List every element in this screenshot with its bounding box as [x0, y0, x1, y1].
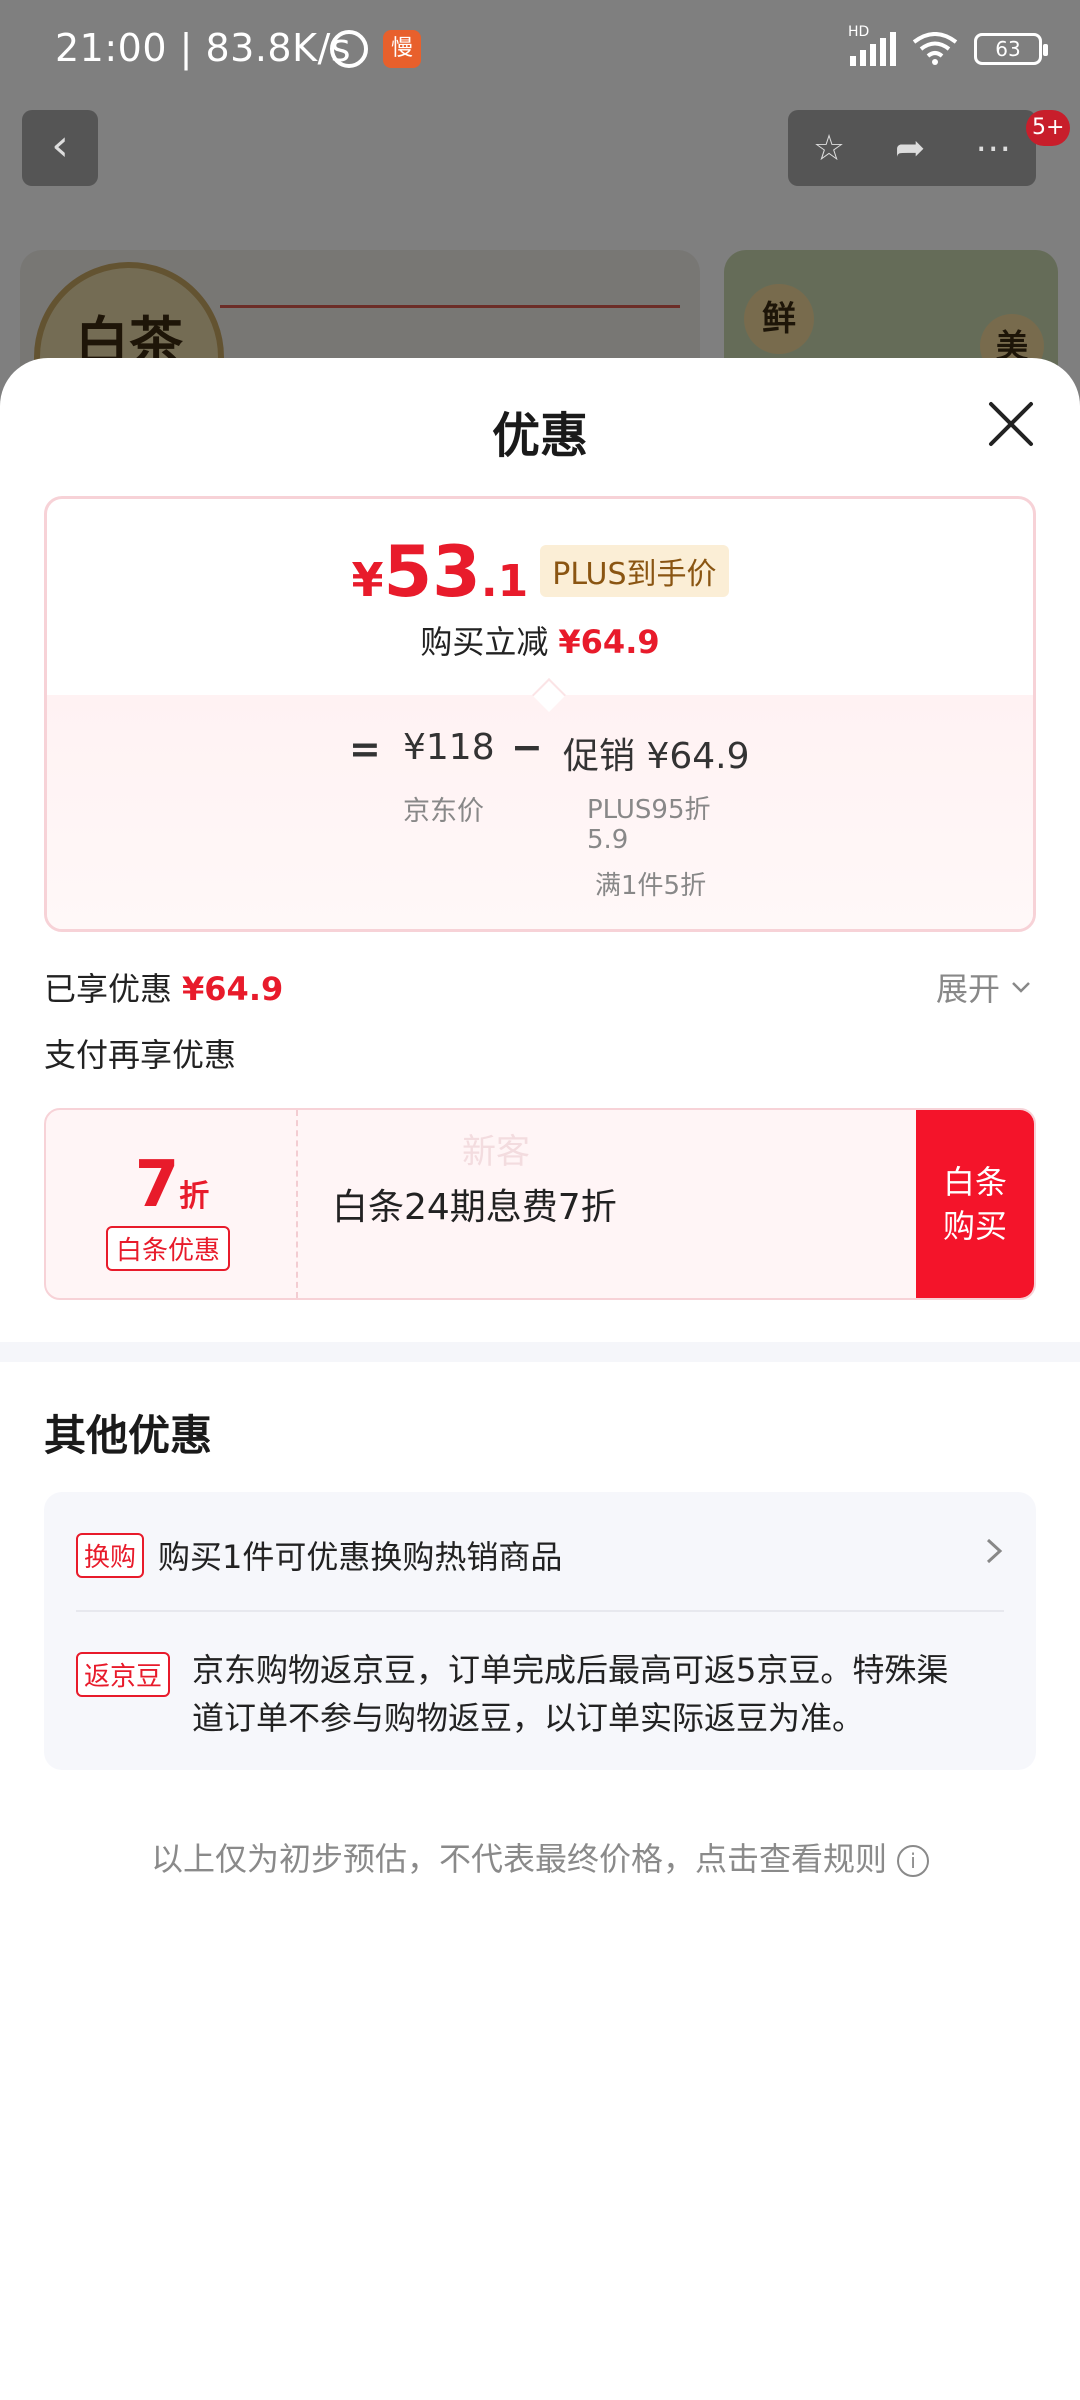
discount-unit: 折 — [179, 1179, 210, 1214]
info-icon[interactable]: i — [897, 1845, 929, 1877]
exchange-tag: 换购 — [76, 1532, 145, 1578]
app-notification-icon: 慢 — [383, 30, 421, 68]
price-integer: 53 — [383, 531, 481, 613]
wifi-icon — [912, 32, 958, 66]
jd-price: ¥118 — [403, 727, 495, 768]
jingdou-tag: 返京豆 — [76, 1652, 171, 1697]
signal-icon: HD — [848, 24, 896, 66]
baitiao-offer-card[interactable]: 7折 白条优惠 新客 白条24期息费7折 白条购买 — [44, 1108, 1036, 1300]
jd-price-label: 京东价 — [403, 796, 484, 827]
status-bar: 21:00 | 83.8K/s 慢 HD 63 — [0, 0, 1080, 100]
battery-icon: 63 — [974, 33, 1048, 65]
currency-symbol: ¥ — [351, 553, 384, 607]
baitiao-discount-block: 7折 白条优惠 — [46, 1110, 298, 1298]
other-discounts-title: 其他优惠 — [44, 1411, 213, 1460]
close-button[interactable] — [985, 398, 1037, 450]
network-type: HD — [848, 24, 870, 40]
nav-actions: ☆ ➦ ⋯ — [788, 110, 1036, 186]
discount-number: 7 — [134, 1148, 180, 1222]
price-decimal: .1 — [480, 556, 529, 607]
reduce-label: 购买立减 — [420, 623, 549, 661]
enjoyed-value: ¥64.9 — [182, 970, 284, 1008]
promo-value: 促销 ¥64.9 — [563, 736, 750, 777]
list-item[interactable]: 换购 购买1件可优惠换购热销商品 — [76, 1532, 562, 1578]
other-discounts-card: 换购 购买1件可优惠换购热销商品 返京豆 京东购物返京豆，订单完成后最高可返5京… — [44, 1492, 1036, 1770]
star-icon[interactable]: ☆ — [813, 128, 845, 169]
baitiao-tag: 白条优惠 — [106, 1226, 231, 1271]
pay-again-label: 支付再享优惠 — [44, 1036, 237, 1074]
jingdou-text: 京东购物返京豆，订单完成后最高可返5京豆。特殊渠道订单不参与购物返豆，以订单实际… — [192, 1651, 949, 1737]
footnote-text: 以上仅为初步预估，不代表最终价格，点击查看规则 — [150, 1840, 887, 1878]
more-icon[interactable]: ⋯ — [975, 128, 1011, 169]
section-divider — [0, 1342, 1080, 1362]
promo-detail-full: 满1件5折 — [595, 871, 707, 901]
baitiao-buy-button[interactable]: 白条 购买 — [916, 1110, 1034, 1298]
buy-line-2: 购买 — [942, 1207, 1007, 1245]
buy-line-1: 白条 — [942, 1163, 1007, 1201]
chevron-down-icon — [1012, 982, 1030, 993]
price-breakdown-card: ¥ 53 .1 PLUS到手价 购买立减 ¥64.9 = ¥118 − 促销 ¥6… — [44, 496, 1036, 932]
status-time: 21:00 | 83.8K/s — [55, 26, 352, 70]
enjoyed-discount: 已享优惠 ¥64.9 — [44, 964, 283, 1010]
promo-detail-amount: 5.9 — [587, 825, 629, 855]
expand-label: 展开 — [936, 970, 1001, 1008]
enjoyed-label: 已享优惠 — [44, 970, 173, 1008]
divider — [76, 1610, 1004, 1612]
expand-toggle[interactable]: 展开 — [936, 964, 1032, 1010]
plus-price-tag: PLUS到手价 — [540, 545, 729, 597]
discount-sheet: 优惠 ¥ 53 .1 PLUS到手价 购买立减 ¥64.9 = ¥118 − 促销… — [0, 358, 1080, 2400]
exchange-text: 购买1件可优惠换购热销商品 — [158, 1538, 563, 1576]
baitiao-offer-text: 白条24期息费7折 — [332, 1187, 617, 1228]
estimate-footnote[interactable]: 以上仅为初步预估，不代表最终价格，点击查看规则 i — [0, 1834, 1080, 1880]
sheet-title: 优惠 — [491, 408, 588, 464]
promo-detail-plus: PLUS95折 — [587, 795, 711, 825]
reduce-value: ¥64.9 — [558, 623, 660, 661]
plus-price: ¥ 53 .1 — [351, 537, 528, 607]
alarm-icon — [330, 30, 368, 68]
share-icon[interactable]: ➦ — [895, 128, 925, 169]
close-icon — [989, 402, 1033, 446]
minus-sign: − — [511, 725, 543, 769]
message-badge: 5+ — [1026, 110, 1071, 146]
new-user-watermark: 新客 — [462, 1132, 530, 1172]
back-button[interactable]: ‹ — [22, 110, 98, 186]
reduce-line: 购买立减 ¥64.9 — [47, 617, 1033, 663]
chevron-right-icon[interactable] — [982, 1536, 1006, 1566]
equals-sign: = — [349, 727, 381, 771]
